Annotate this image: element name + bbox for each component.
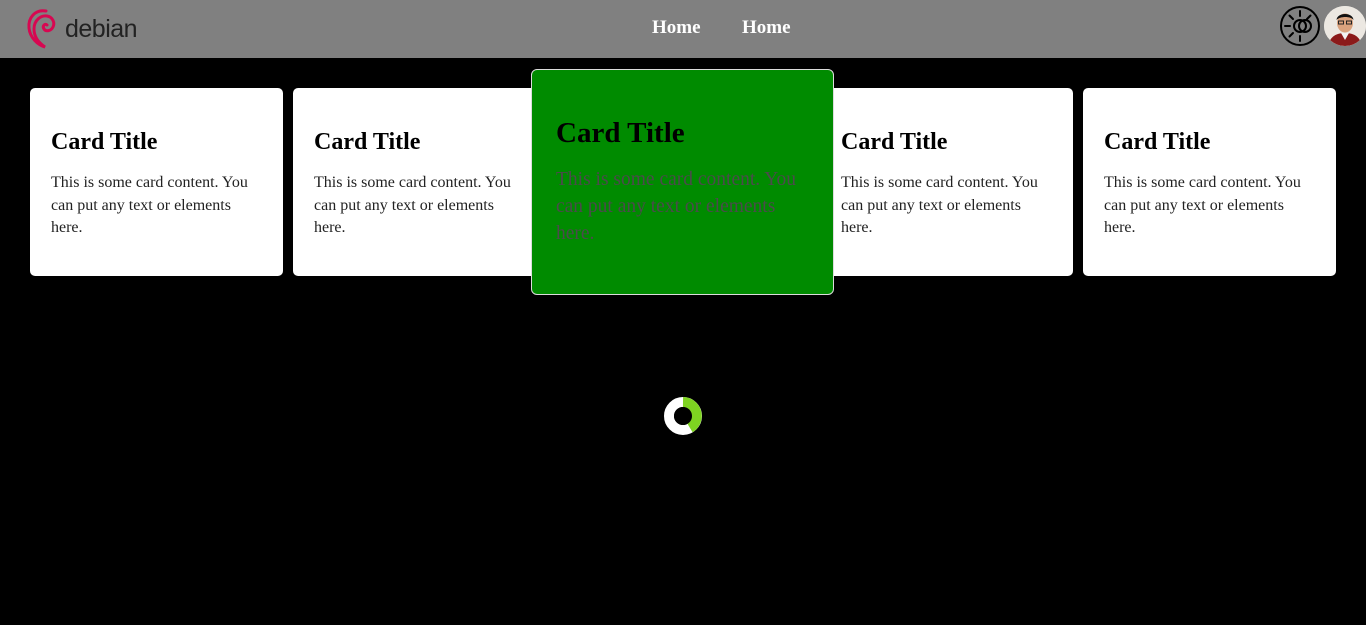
theme-toggle-button[interactable]	[1280, 6, 1320, 46]
debian-swirl-icon	[27, 9, 56, 49]
card-content: This is some card content. You can put a…	[51, 174, 248, 236]
top-navbar: debian Home Home	[0, 0, 1366, 58]
card-content: This is some card content. You can put a…	[314, 174, 511, 236]
card-content: This is some card content. You can put a…	[556, 169, 796, 244]
card-title: Card Title	[51, 129, 158, 155]
card-title: Card Title	[556, 117, 685, 149]
brand-name: debian	[65, 15, 138, 43]
card-title: Card Title	[841, 129, 948, 155]
theme-toggle-icon	[1284, 10, 1312, 42]
user-avatar[interactable]	[1324, 6, 1366, 46]
card-content: This is some card content. You can put a…	[841, 174, 1038, 236]
avatar-photo-icon	[1324, 6, 1366, 46]
card-title: Card Title	[314, 129, 421, 155]
card[interactable]: Card Title This is some card content. Yo…	[820, 88, 1073, 276]
card-active[interactable]: Card Title This is some card content. Yo…	[531, 69, 834, 295]
card[interactable]: Card Title This is some card content. Yo…	[30, 88, 283, 276]
card-content: This is some card content. You can put a…	[1104, 174, 1301, 236]
loading-spinner-icon	[663, 396, 703, 436]
card[interactable]: Card Title This is some card content. Yo…	[1083, 88, 1336, 276]
nav-link-home[interactable]: Home	[652, 17, 701, 39]
debian-logo[interactable]: debian	[26, 7, 138, 49]
card[interactable]: Card Title This is some card content. Yo…	[293, 88, 546, 276]
card-title: Card Title	[1104, 129, 1211, 155]
nav-link-home-secondary[interactable]: Home	[742, 17, 791, 39]
